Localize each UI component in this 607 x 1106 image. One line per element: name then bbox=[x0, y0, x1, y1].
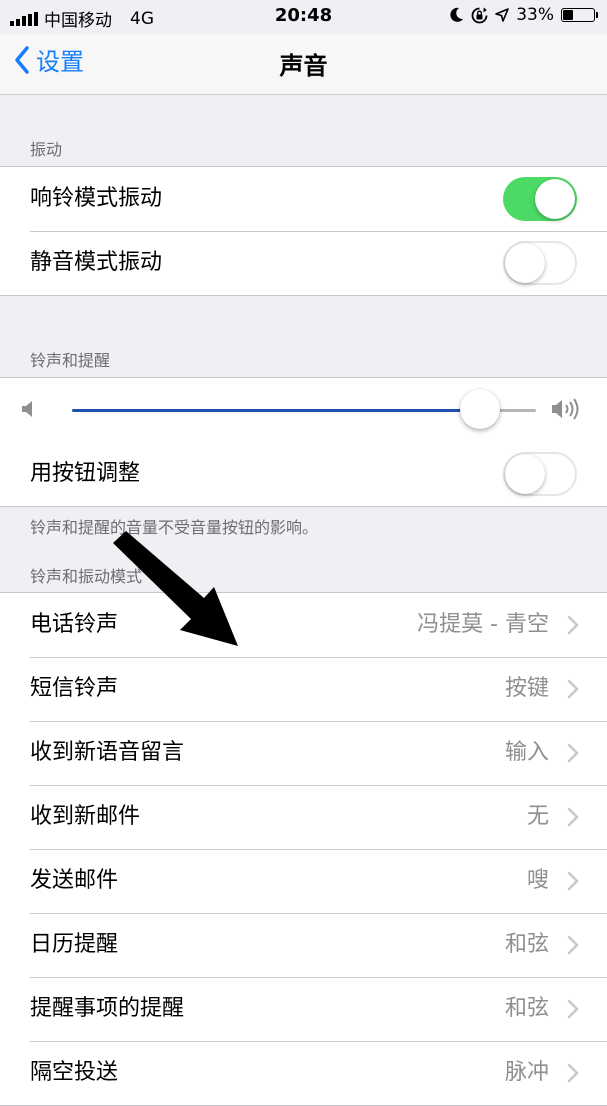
status-right: 33% bbox=[450, 5, 598, 25]
speaker-low-icon bbox=[22, 401, 32, 417]
row-label: 日历提醒 bbox=[30, 932, 119, 957]
row-value: 冯提莫 - 青空 bbox=[417, 612, 549, 637]
row-text-tone[interactable]: 短信铃声 按键 bbox=[0, 657, 607, 721]
chevron-right-icon bbox=[567, 615, 579, 635]
row-value: 输入 bbox=[504, 740, 549, 765]
toggle-knob bbox=[505, 454, 545, 494]
toggle-knob bbox=[505, 243, 545, 283]
row-label: 收到新邮件 bbox=[30, 804, 141, 829]
section-header-ringer: 铃声和提醒 bbox=[30, 351, 111, 370]
chevron-right-icon bbox=[567, 935, 579, 955]
vibration-group: 响铃模式振动 静音模式振动 bbox=[0, 166, 607, 296]
volume-slider-fill bbox=[72, 409, 481, 412]
ringer-group: 用按钮调整 bbox=[0, 377, 607, 507]
speaker-high-icon bbox=[552, 398, 579, 420]
row-label: 提醒事项的提醒 bbox=[30, 996, 185, 1021]
chevron-right-icon bbox=[567, 871, 579, 891]
row-ring-vibrate: 响铃模式振动 bbox=[0, 167, 607, 231]
row-adjust-with-buttons: 用按钮调整 bbox=[0, 442, 607, 506]
row-new-voicemail[interactable]: 收到新语音留言 输入 bbox=[0, 721, 607, 785]
chevron-right-icon bbox=[567, 743, 579, 763]
row-ringtone[interactable]: 电话铃声 冯提莫 - 青空 bbox=[0, 593, 607, 657]
chevron-right-icon bbox=[567, 999, 579, 1019]
silent-vibrate-toggle[interactable] bbox=[503, 241, 577, 285]
row-label: 隔空投送 bbox=[30, 1060, 119, 1085]
patterns-group: 电话铃声 冯提莫 - 青空 短信铃声 按键 收到新语音留言 输入 收到新邮件 无… bbox=[0, 592, 607, 1106]
section-header-vibration: 振动 bbox=[30, 140, 63, 159]
row-value: 和弦 bbox=[504, 932, 549, 957]
row-reminder-alerts[interactable]: 提醒事项的提醒 和弦 bbox=[0, 977, 607, 1041]
volume-slider-thumb[interactable] bbox=[460, 389, 501, 429]
location-arrow-icon bbox=[495, 8, 510, 22]
toggle-knob bbox=[535, 179, 575, 219]
row-calendar-alerts[interactable]: 日历提醒 和弦 bbox=[0, 913, 607, 977]
row-label: 响铃模式振动 bbox=[30, 186, 163, 211]
row-label: 发送邮件 bbox=[30, 868, 119, 893]
ringer-footnote: 铃声和提醒的音量不受音量按钮的影响。 bbox=[30, 518, 319, 537]
do-not-disturb-moon-icon bbox=[450, 7, 464, 22]
row-sent-mail[interactable]: 发送邮件 嗖 bbox=[0, 849, 607, 913]
battery-icon bbox=[561, 8, 598, 22]
row-new-mail[interactable]: 收到新邮件 无 bbox=[0, 785, 607, 849]
battery-percent: 33% bbox=[516, 5, 554, 25]
row-label: 短信铃声 bbox=[30, 676, 119, 701]
chevron-right-icon bbox=[567, 1063, 579, 1083]
row-label: 用按钮调整 bbox=[30, 461, 141, 486]
rotation-lock-icon bbox=[471, 7, 488, 23]
volume-slider-row bbox=[0, 378, 607, 442]
page-title: 声音 bbox=[279, 52, 328, 80]
row-label: 静音模式振动 bbox=[30, 250, 163, 275]
row-value: 嗖 bbox=[526, 868, 549, 893]
row-value: 脉冲 bbox=[504, 1060, 549, 1085]
navigation-bar: 设置 声音 bbox=[0, 34, 607, 95]
section-header-patterns: 铃声和振动模式 bbox=[30, 567, 143, 586]
ring-vibrate-toggle[interactable] bbox=[503, 177, 577, 221]
row-label: 收到新语音留言 bbox=[30, 740, 185, 765]
status-bar: 中国移动 4G 20:48 33% bbox=[0, 0, 607, 34]
row-label: 电话铃声 bbox=[30, 612, 119, 637]
row-value: 无 bbox=[526, 804, 549, 829]
row-value: 按键 bbox=[504, 676, 549, 701]
row-silent-vibrate: 静音模式振动 bbox=[0, 231, 607, 295]
row-value: 和弦 bbox=[504, 996, 549, 1021]
adjust-with-buttons-toggle[interactable] bbox=[503, 452, 577, 496]
row-airdrop[interactable]: 隔空投送 脉冲 bbox=[0, 1041, 607, 1105]
battery-fill bbox=[563, 10, 573, 20]
chevron-right-icon bbox=[567, 807, 579, 827]
chevron-right-icon bbox=[567, 679, 579, 699]
